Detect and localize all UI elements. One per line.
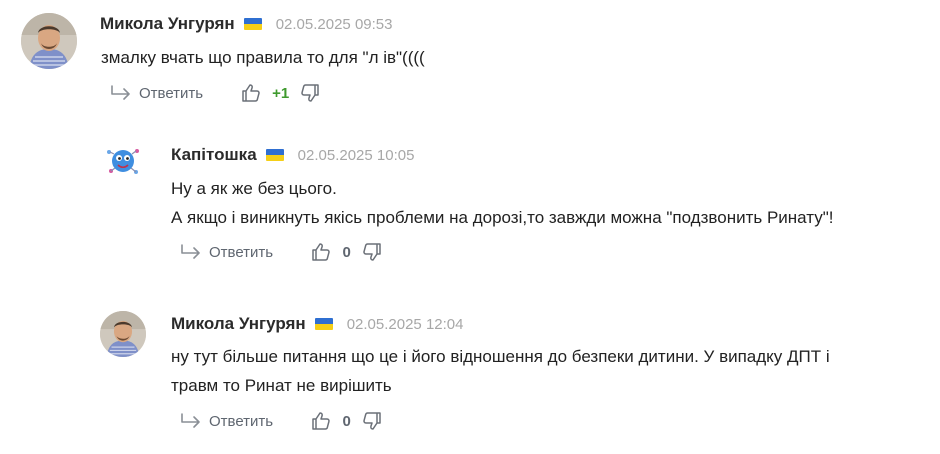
reply-label: Ответить [209, 243, 274, 261]
vote-controls: 0 [311, 242, 382, 262]
thumbs-down-icon [363, 243, 381, 261]
avatar[interactable] [100, 311, 146, 357]
thumbs-up-icon [242, 84, 260, 102]
reply-arrow-icon [181, 413, 200, 428]
thumbs-up-icon [312, 412, 330, 430]
ukraine-flag-icon [243, 18, 262, 30]
comment-text: ну тут більше питання що це і його відно… [171, 342, 830, 400]
comment-text-line: ну тут більше питання що це і його відно… [171, 347, 830, 366]
reply-button[interactable]: Ответить [180, 413, 273, 430]
comment-text-line: змалку вчать що правила то для "л ів"(((… [101, 48, 425, 67]
dislike-button[interactable] [362, 242, 382, 262]
ukraine-flag-icon [265, 149, 284, 161]
like-button[interactable] [241, 83, 261, 103]
vote-controls: +1 [241, 83, 320, 103]
dislike-button[interactable] [362, 411, 382, 431]
author-name[interactable]: Капітошка [171, 145, 257, 165]
comment-text: Ну а як же без цього. А якщо і виникнуть… [171, 174, 834, 232]
like-button[interactable] [311, 242, 331, 262]
vote-controls: 0 [311, 411, 382, 431]
comment-text-line: Ну а як же без цього. [171, 179, 337, 198]
thumbs-down-icon [363, 412, 381, 430]
reply-arrow-icon [181, 244, 200, 259]
reply-button[interactable]: Ответить [110, 85, 203, 102]
thumbs-down-icon [301, 84, 319, 102]
reply-button[interactable]: Ответить [180, 244, 273, 261]
comment-timestamp: 02.05.2025 10:05 [297, 146, 415, 164]
avatar[interactable] [100, 137, 146, 183]
reply-label: Ответить [209, 412, 274, 430]
kapitoshka-cartoon-avatar-icon [107, 149, 139, 174]
like-button[interactable] [311, 411, 331, 431]
comment-text: змалку вчать що правила то для "л ів"(((… [101, 43, 425, 72]
reply-label: Ответить [139, 84, 204, 102]
author-name[interactable]: Микола Унгурян [100, 14, 235, 34]
man-photo-avatar-icon [21, 13, 77, 69]
comment-timestamp: 02.05.2025 12:04 [346, 315, 464, 333]
dislike-button[interactable] [300, 83, 320, 103]
vote-score: 0 [342, 243, 351, 261]
comment-timestamp: 02.05.2025 09:53 [275, 15, 393, 33]
vote-score: 0 [342, 412, 351, 430]
comment-text-line: травм то Ринат не вирішить [171, 376, 392, 395]
author-name[interactable]: Микола Унгурян [171, 314, 306, 334]
comment-text-line: А якщо і виникнуть якісь проблеми на дор… [171, 208, 834, 227]
reply-arrow-icon [111, 85, 130, 100]
thumbs-up-icon [312, 243, 330, 261]
avatar[interactable] [21, 13, 77, 69]
man-photo-avatar-icon [100, 311, 146, 357]
vote-score: +1 [272, 84, 290, 102]
ukraine-flag-icon [314, 318, 333, 330]
